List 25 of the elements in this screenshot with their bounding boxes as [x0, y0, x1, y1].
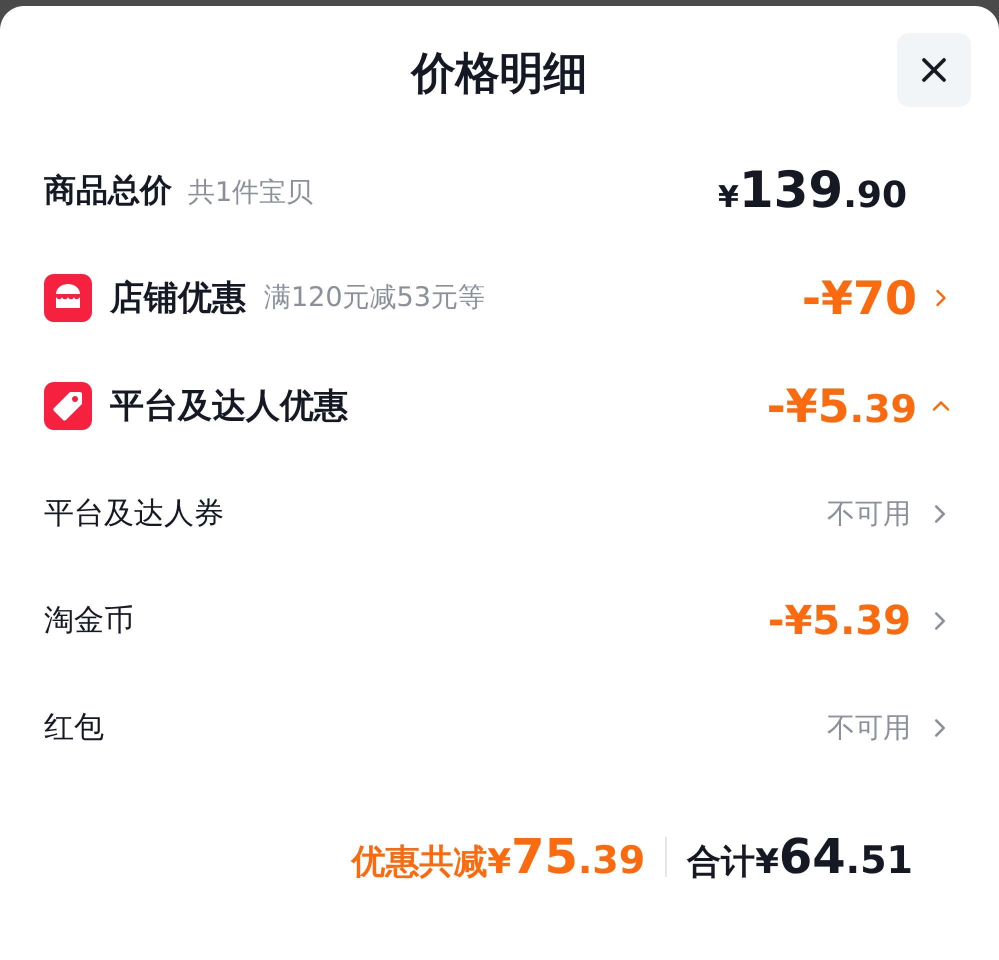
- item-count: 共1件宝贝: [188, 176, 314, 210]
- coupon-label: 红包: [44, 709, 104, 747]
- coupon-label: 淘金币: [44, 602, 134, 640]
- discount-amount: -¥70: [802, 270, 917, 326]
- coupon-value: 不可用: [827, 496, 911, 532]
- total-label: 商品总价: [44, 170, 172, 211]
- discount-label: 店铺优惠: [110, 276, 246, 320]
- discount-row[interactable]: 平台及达人优惠 -¥5.39: [44, 352, 955, 460]
- coupon-row[interactable]: 淘金币 -¥5.39: [44, 567, 955, 674]
- storefront-icon: [44, 274, 92, 322]
- coupon-row[interactable]: 红包 不可用: [44, 674, 955, 781]
- grand-total: 合计¥64.51: [687, 828, 913, 887]
- discount-row[interactable]: 店铺优惠 满120元减53元等 -¥70: [44, 244, 955, 352]
- discount-amount: -¥5.39: [766, 378, 917, 434]
- tag-icon: [44, 382, 92, 430]
- total-price: ¥139.90: [718, 160, 907, 220]
- sheet-title: 价格明细: [412, 47, 588, 101]
- coupon-value: 不可用: [827, 710, 911, 746]
- coupon-value: -¥5.39: [768, 596, 911, 646]
- discount-label: 平台及达人优惠: [110, 384, 348, 428]
- savings-total: 优惠共减¥75.39: [351, 828, 646, 887]
- close-button[interactable]: [897, 33, 971, 107]
- coupon-row[interactable]: 平台及达人券 不可用: [44, 460, 955, 567]
- discount-note: 满120元减53元等: [264, 280, 485, 315]
- coupon-label: 平台及达人券: [44, 495, 224, 533]
